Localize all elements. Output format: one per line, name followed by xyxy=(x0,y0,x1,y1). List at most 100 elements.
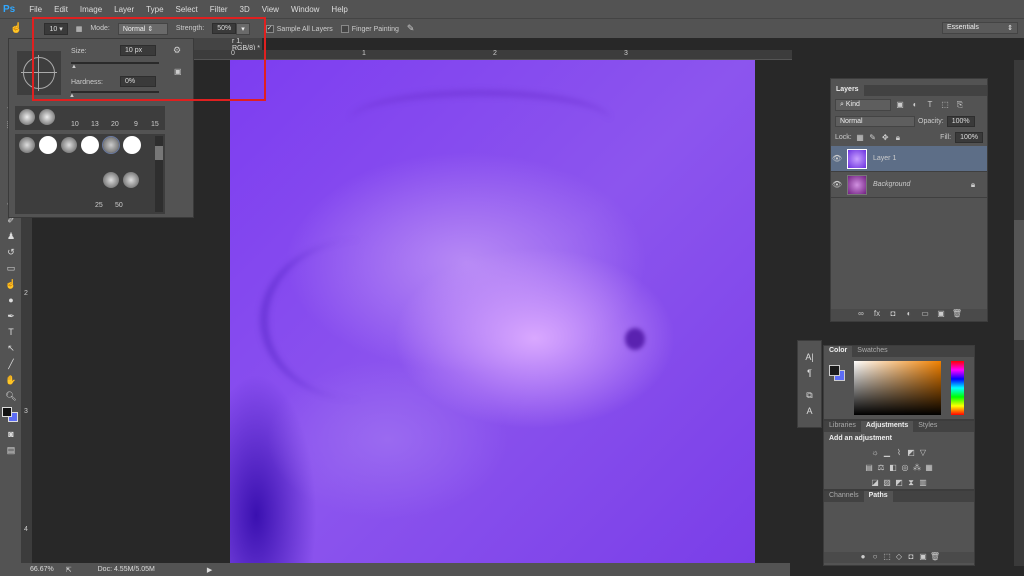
brush-preset-selected[interactable] xyxy=(102,136,120,154)
type-tool[interactable]: T xyxy=(0,324,22,340)
pressure-icon[interactable]: ✎ xyxy=(407,23,415,34)
stamp-tool[interactable]: ♟ xyxy=(0,228,22,244)
zoom-level[interactable]: 66.67% xyxy=(30,566,54,573)
lock-position-icon[interactable]: ✥ xyxy=(881,133,890,143)
foreground-background-colors[interactable] xyxy=(0,404,21,426)
clone-source-icon[interactable]: ⧉ xyxy=(798,387,821,403)
character-styles-icon[interactable]: A xyxy=(798,403,821,419)
menu-filter[interactable]: Filter xyxy=(204,5,234,14)
gradient-map-icon[interactable]: ▥ xyxy=(917,478,929,488)
tab-adjustments[interactable]: Adjustments xyxy=(860,421,914,432)
tab-paths[interactable]: Paths xyxy=(863,491,893,502)
menu-select[interactable]: Select xyxy=(170,5,204,14)
hue-saturation-icon[interactable]: ▤ xyxy=(863,463,875,473)
brush-preset[interactable] xyxy=(39,136,57,154)
lock-transparent-icon[interactable]: ▦ xyxy=(856,133,865,143)
filter-shape-icon[interactable]: ⬚ xyxy=(939,100,951,110)
layer-name[interactable]: Background xyxy=(873,181,967,188)
filter-pixel-icon[interactable]: ▣ xyxy=(894,100,906,110)
tab-color[interactable]: Color xyxy=(824,346,853,357)
dodge-tool[interactable]: ● xyxy=(0,292,22,308)
menu-type[interactable]: Type xyxy=(140,5,169,14)
invert-icon[interactable]: ◪ xyxy=(869,478,881,488)
finger-painting-checkbox[interactable]: Finger Painting xyxy=(340,24,399,33)
make-path-icon[interactable]: ◇ xyxy=(893,552,905,562)
layer-filter-select[interactable]: ⌕ Kind xyxy=(835,99,891,111)
eye-icon[interactable]: 👁︎ xyxy=(831,180,843,190)
foreground-color-swatch[interactable] xyxy=(829,365,840,376)
tab-libraries[interactable]: Libraries xyxy=(824,421,861,432)
document-canvas[interactable] xyxy=(230,60,755,566)
tab-layers[interactable]: Layers xyxy=(831,85,864,96)
hue-slider[interactable] xyxy=(951,361,964,415)
export-icon[interactable]: ⇱ xyxy=(66,566,72,574)
layer-row[interactable]: 👁︎ Layer 1 xyxy=(831,146,987,172)
blend-mode-select[interactable]: Normal xyxy=(835,116,915,127)
stroke-path-icon[interactable]: ○ xyxy=(869,552,881,562)
path-select-tool[interactable]: ↖ xyxy=(0,340,22,356)
menu-window[interactable]: Window xyxy=(285,5,325,14)
brush-preset[interactable] xyxy=(123,136,141,154)
smudge-tool-icon[interactable]: ☝ xyxy=(10,23,22,34)
layer-row[interactable]: 👁︎ Background 🔒︎ xyxy=(831,172,987,198)
black-white-icon[interactable]: ◧ xyxy=(887,463,899,473)
fx-icon[interactable]: fx xyxy=(871,309,883,319)
vibrance-icon[interactable]: ▽ xyxy=(917,448,929,458)
menu-edit[interactable]: Edit xyxy=(48,5,74,14)
character-icon[interactable]: A| xyxy=(798,349,821,365)
color-field[interactable] xyxy=(854,361,941,415)
scrollbar[interactable] xyxy=(155,136,163,212)
line-tool[interactable]: ╱ xyxy=(0,356,22,372)
pen-tool[interactable]: ✒ xyxy=(0,308,22,324)
load-selection-icon[interactable]: ⬚ xyxy=(881,552,893,562)
layer-name[interactable]: Layer 1 xyxy=(873,155,896,162)
smudge-tool[interactable]: ☝ xyxy=(0,276,22,292)
brush-size-label[interactable]: 20 xyxy=(111,121,119,128)
brush-preset[interactable] xyxy=(123,172,139,188)
menu-view[interactable]: View xyxy=(256,5,285,14)
brush-preset[interactable] xyxy=(61,137,77,153)
new-path-icon[interactable]: ▣ xyxy=(917,552,929,562)
fill-path-icon[interactable]: ● xyxy=(857,552,869,562)
photo-filter-icon[interactable]: ◎ xyxy=(899,463,911,473)
status-menu-arrow-icon[interactable]: ▶ xyxy=(207,566,212,574)
history-brush-tool[interactable]: ↺ xyxy=(0,244,22,260)
filter-adjustment-icon[interactable]: ◐ xyxy=(909,100,921,110)
brush-soft[interactable] xyxy=(19,109,35,125)
hand-tool[interactable]: ✋ xyxy=(0,372,22,388)
menu-3d[interactable]: 3D xyxy=(234,5,256,14)
paragraph-icon[interactable]: ¶ xyxy=(798,365,821,381)
exposure-icon[interactable]: ◩ xyxy=(905,448,917,458)
curves-icon[interactable]: ⌇ xyxy=(893,448,905,458)
brightness-icon[interactable]: ☼ xyxy=(869,448,881,458)
workspace-select[interactable]: Essentials ⇕ xyxy=(942,22,1018,34)
brush-size-label[interactable]: 10 xyxy=(71,121,79,128)
eye-icon[interactable]: 👁︎ xyxy=(831,154,843,164)
brush-preset[interactable] xyxy=(103,172,119,188)
threshold-icon[interactable]: ◩ xyxy=(893,478,905,488)
quick-mask-icon[interactable]: ◙ xyxy=(0,426,22,442)
lock-paint-icon[interactable]: ✎ xyxy=(868,133,877,143)
vertical-scrollbar[interactable] xyxy=(1014,60,1024,566)
channel-mixer-icon[interactable]: ⁂ xyxy=(911,463,923,473)
eraser-tool[interactable]: ▭ xyxy=(0,260,22,276)
screen-mode-icon[interactable]: ▤ xyxy=(0,442,22,458)
brush-size-label[interactable]: 13 xyxy=(91,121,99,128)
opacity-input[interactable]: 100% xyxy=(946,116,975,127)
menu-file[interactable]: File xyxy=(23,5,48,14)
sample-all-layers-checkbox[interactable]: ✓ Sample All Layers xyxy=(265,24,333,33)
levels-icon[interactable]: ▁ xyxy=(881,448,893,458)
filter-type-icon[interactable]: T xyxy=(924,100,936,110)
menu-help[interactable]: Help xyxy=(325,5,353,14)
link-icon[interactable]: ∞ xyxy=(855,309,867,319)
color-lookup-icon[interactable]: ▦ xyxy=(923,463,935,473)
folder-icon[interactable]: ▭ xyxy=(919,309,931,319)
tab-swatches[interactable]: Swatches xyxy=(852,346,892,357)
fill-input[interactable]: 100% xyxy=(955,132,983,143)
brush-size-label[interactable]: 9 xyxy=(134,121,138,128)
zoom-tool[interactable]: 🔍︎ xyxy=(0,388,22,404)
tab-styles[interactable]: Styles xyxy=(913,421,942,432)
brush-preset[interactable] xyxy=(81,136,99,154)
selective-color-icon[interactable]: ⧗ xyxy=(905,478,917,488)
add-mask-icon[interactable]: ◘ xyxy=(905,552,917,562)
